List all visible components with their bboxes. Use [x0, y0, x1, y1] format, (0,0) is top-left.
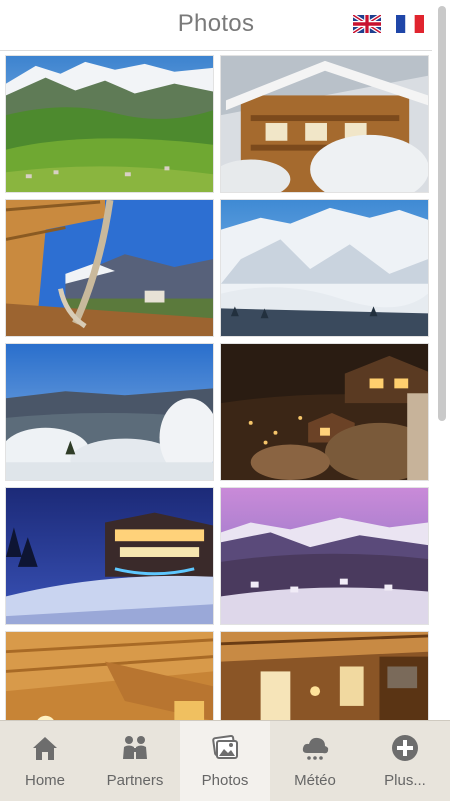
photo-chalet-night[interactable]	[220, 343, 429, 481]
tab-home[interactable]: Home	[0, 721, 90, 801]
photo-village-pink[interactable]	[220, 487, 429, 625]
tab-photos[interactable]: Photos	[180, 721, 270, 801]
photos-icon	[210, 733, 240, 763]
uk-flag-icon[interactable]	[353, 15, 381, 33]
bottom-tab-bar: Home Partners Photos Météo Plus...	[0, 720, 450, 801]
photo-interior-living[interactable]	[5, 631, 214, 720]
home-icon	[30, 733, 60, 763]
photo-interior-dining[interactable]	[220, 631, 429, 720]
tab-plus[interactable]: Plus...	[360, 721, 450, 801]
photo-hammock-balcony[interactable]	[5, 199, 214, 337]
photo-alpine-valley[interactable]	[5, 55, 214, 193]
weather-icon	[300, 733, 330, 763]
tab-meteo[interactable]: Météo	[270, 721, 360, 801]
photo-gallery	[0, 51, 432, 720]
photo-snowy-peaks[interactable]	[220, 199, 429, 337]
tab-partners[interactable]: Partners	[90, 721, 180, 801]
tab-partners-label: Partners	[106, 772, 164, 789]
tab-plus-label: Plus...	[384, 772, 426, 789]
photo-grid	[5, 55, 430, 720]
header-bar: Photos	[0, 0, 432, 51]
photo-chalet-facade[interactable]	[220, 55, 429, 193]
photo-chalet-dusk[interactable]	[5, 487, 214, 625]
scrollbar-thumb[interactable]	[438, 6, 446, 421]
partners-icon	[120, 733, 150, 763]
photo-winter-valley[interactable]	[5, 343, 214, 481]
app-screen: Photos Home Partners Photos Météo Plus..…	[0, 0, 450, 801]
scrollbar[interactable]	[432, 0, 450, 720]
plus-icon	[390, 733, 420, 763]
tab-meteo-label: Météo	[294, 772, 336, 789]
france-flag-icon[interactable]	[396, 15, 424, 33]
tab-home-label: Home	[24, 772, 65, 789]
tab-photos-label: Photos	[201, 772, 249, 789]
